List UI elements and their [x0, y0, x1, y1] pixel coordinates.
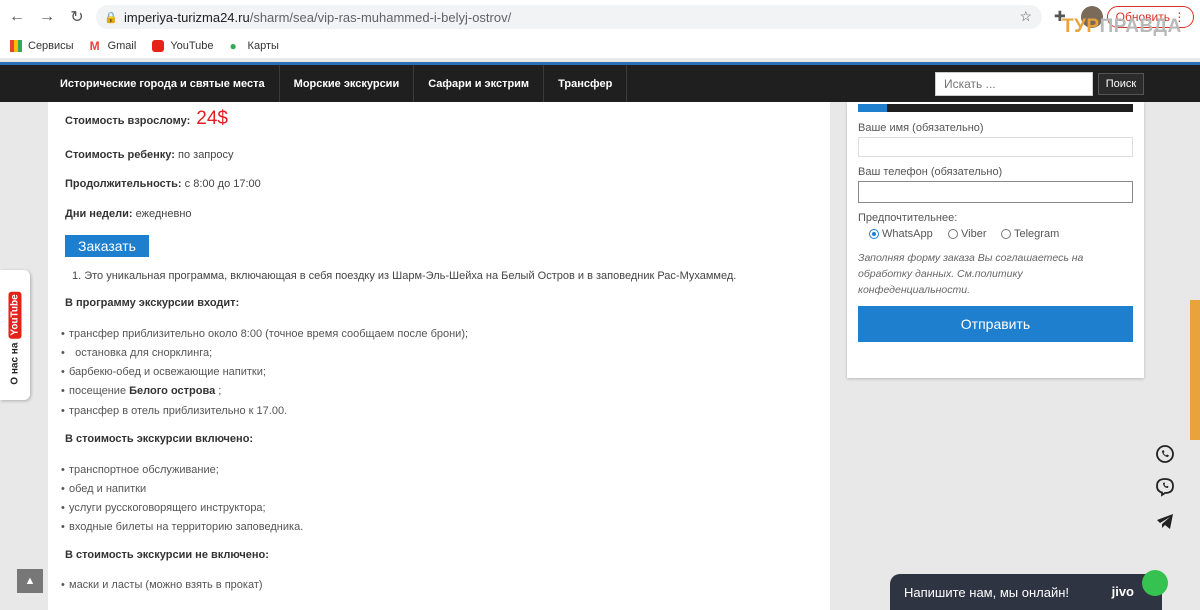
- bookmark-maps[interactable]: ● Карты: [230, 40, 279, 52]
- site-nav: Исторические города и святые места Морск…: [0, 62, 1200, 102]
- watermark-part2: ПРАВДА: [1099, 16, 1182, 37]
- policy-text: Заполняя форму заказа Вы соглашаетесь на…: [858, 252, 1084, 296]
- youtube-tab-label: О нас на: [9, 342, 21, 385]
- url-path: /sharm/sea/vip-ras-muhammed-i-belyj-ostr…: [249, 9, 512, 25]
- bookmark-label: Карты: [247, 40, 279, 52]
- radio-checked-icon: [869, 229, 879, 239]
- bookmark-label: YouTube: [170, 40, 214, 52]
- form-progress-bar: [858, 104, 1133, 112]
- star-icon[interactable]: ☆: [1019, 8, 1032, 25]
- list-item: остановка для снорклинга;: [61, 347, 212, 359]
- list-item: маски и ласты (можно взять в прокат): [61, 579, 263, 591]
- youtube-icon: [152, 40, 165, 52]
- chat-widget[interactable]: Напишите нам, мы онлайн! jivo: [890, 570, 1168, 610]
- order-button[interactable]: Заказать: [65, 235, 149, 257]
- list-item: входные билеты на территорию заповедника…: [61, 521, 303, 533]
- apps-icon: [10, 40, 22, 52]
- included-heading: В стоимость экскурсии включено:: [65, 433, 254, 445]
- watermark-part1: ТУР: [1062, 16, 1100, 37]
- excluded-heading: В стоимость экскурсии не включено:: [65, 549, 269, 561]
- reload-icon[interactable]: ↻: [64, 4, 90, 30]
- list-item: посещение Белого острова ;: [61, 385, 222, 397]
- address-bar[interactable]: 🔒 imperiya-turizma24.ru/sharm/sea/vip-ra…: [96, 5, 1042, 29]
- bookmarks-bar: Сервисы M Gmail YouTube ● Карты: [0, 34, 1200, 58]
- adult-price: 24$: [196, 108, 228, 129]
- url-domain: imperiya-turizma24.ru: [124, 9, 250, 25]
- adult-label: Стоимость взрослому:: [65, 115, 191, 127]
- list-item: транспортное обслуживание;: [61, 464, 219, 476]
- duration-label: Продолжительность:: [65, 178, 182, 190]
- radio-telegram[interactable]: Telegram: [1001, 228, 1059, 240]
- name-field[interactable]: [858, 137, 1133, 157]
- child-value: по запросу: [178, 149, 234, 161]
- bookmark-youtube[interactable]: YouTube: [152, 40, 214, 52]
- child-price-row: Стоимость ребенку: по запросу: [65, 149, 234, 161]
- preference-label: Предпочтительнее:: [858, 212, 958, 224]
- radio-viber[interactable]: Viber: [948, 228, 986, 240]
- form-progress-fill: [858, 104, 887, 112]
- days-label: Дни недели:: [65, 208, 133, 220]
- radio-icon: [1001, 229, 1011, 239]
- back-icon[interactable]: ←: [4, 4, 30, 30]
- radio-label: WhatsApp: [882, 228, 933, 240]
- bookmark-label: Сервисы: [28, 40, 74, 52]
- gmail-icon: M: [89, 39, 100, 53]
- scroll-top-button[interactable]: ▲: [17, 569, 43, 593]
- main-content: Стоимость взрослому: 24$ Стоимость ребенк…: [48, 102, 830, 610]
- nav-item-historical[interactable]: Исторические города и святые места: [46, 65, 280, 102]
- submit-button[interactable]: Отправить: [858, 306, 1133, 342]
- forward-icon[interactable]: →: [34, 4, 60, 30]
- phone-field[interactable]: [858, 181, 1133, 203]
- adult-price-row: Стоимость взрослому: 24$: [65, 108, 228, 130]
- list-item: трансфер приблизительно около 8:00 (точн…: [61, 328, 468, 340]
- duration-row: Продолжительность: с 8:00 до 17:00: [65, 178, 261, 190]
- map-pin-icon: ●: [229, 39, 237, 53]
- youtube-side-tab[interactable]: О нас на YouTube: [0, 270, 30, 400]
- radio-whatsapp[interactable]: WhatsApp: [869, 228, 933, 240]
- whatsapp-icon[interactable]: [1154, 443, 1176, 465]
- telegram-icon[interactable]: [1154, 510, 1176, 532]
- chat-text: Напишите нам, мы онлайн!: [904, 584, 1070, 600]
- order-form: Ваше имя (обязательно) Ваш телефон (обяз…: [847, 102, 1144, 378]
- bookmark-gmail[interactable]: M Gmail: [90, 40, 137, 52]
- lock-icon: 🔒: [104, 12, 118, 24]
- bookmark-services[interactable]: Сервисы: [10, 40, 74, 52]
- phone-label: Ваш телефон (обязательно): [858, 166, 1003, 178]
- nav-item-sea[interactable]: Морские экскурсии: [280, 65, 415, 102]
- radio-icon: [948, 229, 958, 239]
- online-indicator: [1142, 570, 1168, 596]
- watermark: ТУРПРАВДА: [1062, 16, 1182, 38]
- search-input[interactable]: [935, 72, 1093, 96]
- nav-item-safari[interactable]: Сафари и экстрим: [414, 65, 545, 102]
- search-button[interactable]: Поиск: [1098, 73, 1144, 95]
- radio-label: Telegram: [1014, 228, 1060, 240]
- white-island-bold: Белого острова: [129, 385, 216, 397]
- days-value: ежедневно: [135, 208, 192, 220]
- list-item-suffix: ;: [215, 385, 222, 397]
- youtube-logo: YouTube: [8, 291, 22, 339]
- child-label: Стоимость ребенку:: [65, 149, 175, 161]
- list-item-text: посещение: [69, 385, 127, 397]
- nav-item-transfer[interactable]: Трансфер: [544, 65, 628, 102]
- days-row: Дни недели: ежедневно: [65, 208, 192, 220]
- bookmark-label: Gmail: [107, 40, 137, 52]
- jivo-logo: jivo: [1111, 584, 1134, 599]
- list-item: услуги русскоговорящего инструктора;: [61, 502, 266, 514]
- list-item: обед и напитки: [61, 483, 146, 495]
- youtube-tab-content: О нас на YouTube: [8, 291, 22, 385]
- intro-text: 1. Это уникальная программа, включающая …: [72, 270, 737, 282]
- list-item: трансфер в отель приблизительно к 17.00.: [61, 405, 287, 417]
- name-label: Ваше имя (обязательно): [858, 122, 984, 134]
- scrollbar-thumb[interactable]: [1190, 300, 1200, 440]
- list-item: барбекю-обед и освежающие напитки;: [61, 366, 266, 378]
- duration-value: с 8:00 до 17:00: [184, 178, 261, 190]
- radio-label: Viber: [961, 228, 987, 240]
- viber-icon[interactable]: [1154, 476, 1176, 498]
- program-heading: В программу экскурсии входит:: [65, 297, 240, 309]
